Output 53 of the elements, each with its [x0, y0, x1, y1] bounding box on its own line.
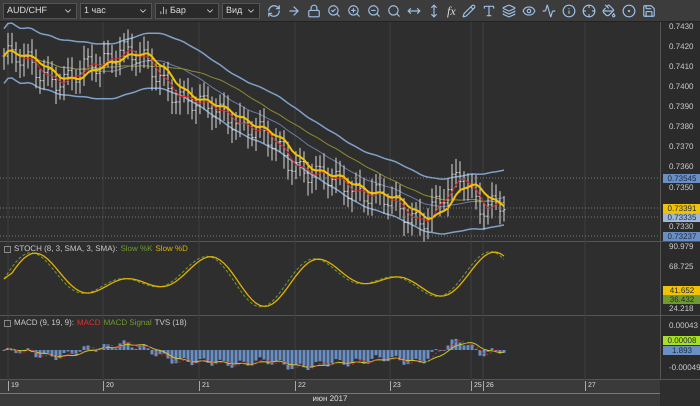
- dropdown[interactable]: AUD/CHF: [3, 2, 77, 18]
- collapse-icon[interactable]: [4, 246, 11, 252]
- dropdown[interactable]: Бар: [155, 2, 219, 18]
- price-badge: 0.73391: [663, 204, 700, 212]
- zoom-out-icon[interactable]: [367, 4, 381, 18]
- search-icon[interactable]: [387, 4, 401, 18]
- legend-label: STOCH (8, 3, SMA, 3, SMA):: [14, 244, 118, 254]
- lock-icon[interactable]: [307, 4, 321, 18]
- eye-icon[interactable]: [522, 4, 536, 18]
- pencil-icon[interactable]: [462, 4, 476, 18]
- axis-label: 0.7390: [669, 102, 694, 112]
- axis-label: 0.7360: [669, 162, 694, 172]
- axis-label: 0.7380: [669, 122, 694, 132]
- month-label: июн 2017: [312, 394, 348, 405]
- paint-bucket-icon[interactable]: [602, 4, 616, 18]
- wave-icon[interactable]: [542, 4, 556, 18]
- axis-label: 24.218: [669, 304, 694, 314]
- save-icon[interactable]: [642, 4, 656, 18]
- legend-label: Slow %D: [155, 244, 188, 254]
- axis-label: 0.7430: [669, 22, 694, 32]
- price-badge: 41.652: [663, 286, 700, 294]
- dropdown[interactable]: Вид: [222, 2, 260, 18]
- axis-label: 0.7330: [669, 222, 694, 232]
- zoom-in-icon[interactable]: [347, 4, 361, 18]
- axis-label: 0.7410: [669, 62, 694, 72]
- axis-label: 90.979: [669, 242, 694, 252]
- axis-label: 68.725: [669, 262, 694, 272]
- circle-icon[interactable]: [622, 4, 636, 18]
- axis-label: 0.7420: [669, 42, 694, 52]
- info-icon[interactable]: [562, 4, 576, 18]
- axis-label: 0.7400: [669, 82, 694, 92]
- refresh-icon[interactable]: [267, 4, 281, 18]
- price-badge: 1.893: [663, 346, 700, 354]
- price-badge: 0.00008: [663, 336, 700, 344]
- axis-label: 0.7370: [669, 142, 694, 152]
- axis-label: 0.00043: [669, 321, 698, 331]
- function-button[interactable]: fx: [447, 2, 456, 20]
- text-icon[interactable]: [482, 4, 496, 18]
- price-badge: 0.73545: [663, 174, 700, 182]
- zoom-check-icon[interactable]: [327, 4, 341, 18]
- legend-label: MACD (9, 19, 9):: [14, 318, 74, 328]
- axis-label: 0.7350: [669, 183, 694, 193]
- legend-label: TVS (18): [154, 318, 187, 328]
- price-badge: 0.73237: [663, 232, 700, 240]
- axis-label: -0.00049: [669, 363, 700, 373]
- crosshair-icon[interactable]: [582, 4, 596, 18]
- legend-label: Slow %K: [120, 244, 152, 254]
- legend-label: MACD Signal: [104, 318, 152, 328]
- collapse-icon[interactable]: [4, 320, 11, 326]
- legend-label: MACD: [77, 318, 101, 328]
- dropdown[interactable]: 1 час: [80, 2, 152, 18]
- layers-icon[interactable]: [502, 4, 516, 18]
- bar-chart-icon: [159, 6, 168, 15]
